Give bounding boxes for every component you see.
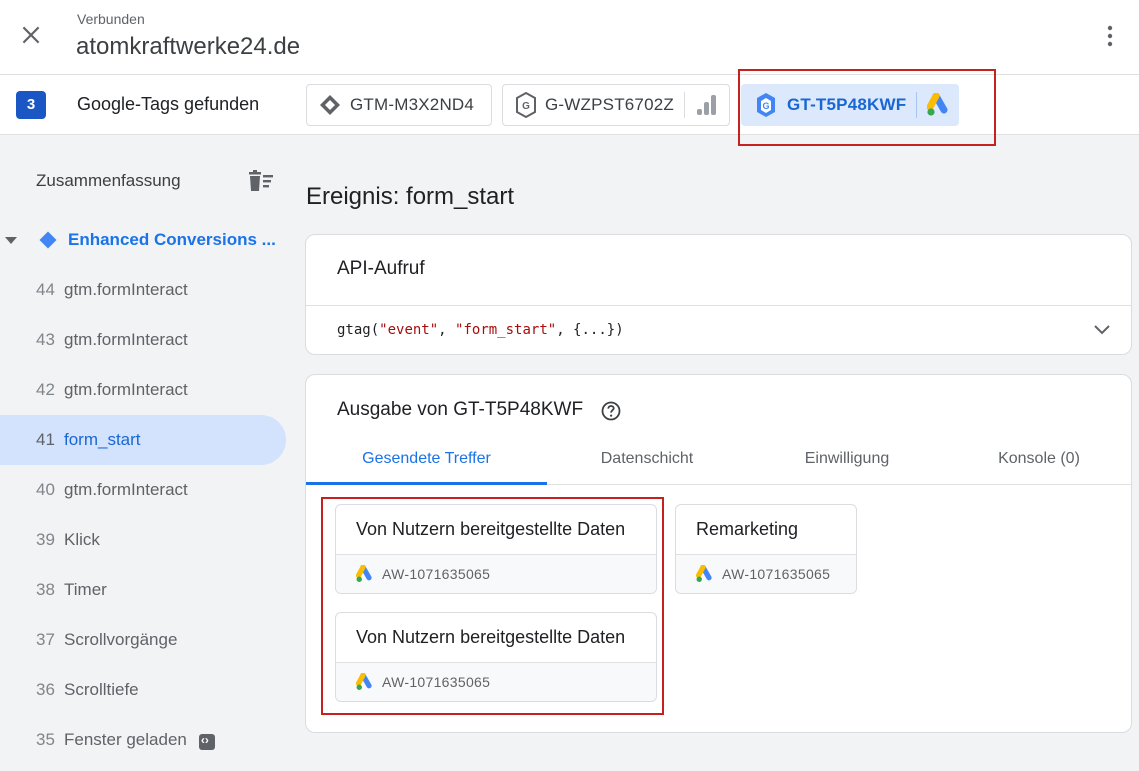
event-sidebar: Zusammenfassung Enhanced Conversions ...… <box>0 135 288 771</box>
google-tag-icon: G <box>516 92 536 118</box>
event-title: Ereignis: form_start <box>306 183 515 210</box>
code-token: , {...}) <box>556 322 624 338</box>
hit-account-id: AW-1071635065 <box>722 566 831 582</box>
tab-data-layer[interactable]: Datenschicht <box>547 439 747 485</box>
tags-found-label: Google-Tags gefunden <box>77 94 260 114</box>
tag-chip-label: G-WZPST6702Z <box>545 95 674 114</box>
event-name: Fenster geladen <box>64 730 187 749</box>
hit-footer: AW-1071635065 <box>676 554 856 593</box>
event-item[interactable]: 38 Timer <box>0 565 286 615</box>
event-item[interactable]: 40 gtm.formInteract <box>0 465 286 515</box>
event-group-label: Enhanced Conversions ... <box>68 230 276 249</box>
close-icon[interactable] <box>18 22 44 48</box>
event-name: gtm.formInteract <box>64 280 188 299</box>
event-name: gtm.formInteract <box>64 380 188 399</box>
google-tag-icon: G <box>757 93 775 117</box>
hit-title: Remarketing <box>696 519 799 539</box>
event-item-selected[interactable]: 41 form_start <box>0 415 286 465</box>
tab-console[interactable]: Konsole (0) <box>947 439 1131 485</box>
event-item[interactable]: 37 Scrollvorgänge <box>0 615 286 665</box>
connection-status: Verbunden <box>77 11 145 27</box>
tag-chip-ga4[interactable]: G G-WZPST6702Z <box>502 84 730 126</box>
event-number: 41 <box>36 430 55 449</box>
tag-chip-gtm[interactable]: GTM-M3X2ND4 <box>306 84 492 126</box>
event-item[interactable]: 39 Klick <box>0 515 286 565</box>
tag-chip-label: GT-T5P48KWF <box>787 95 907 114</box>
event-group-enhanced-conversions[interactable]: Enhanced Conversions ... <box>0 220 288 260</box>
code-token: , <box>438 322 456 338</box>
svg-text:G: G <box>762 101 769 111</box>
expand-caret-icon[interactable] <box>5 236 17 244</box>
hit-card[interactable]: Von Nutzern bereitgestellte Daten AW-107… <box>335 612 657 702</box>
code-icon <box>198 733 215 750</box>
event-name: Klick <box>64 530 100 549</box>
code-token: gtag( <box>337 322 380 338</box>
tag-chip-google-tag[interactable]: G GT-T5P48KWF <box>741 84 959 126</box>
more-options-icon[interactable] <box>1098 22 1122 50</box>
output-tabs: Gesendete Treffer Datenschicht Einwillig… <box>306 439 1131 485</box>
clear-events-icon[interactable] <box>247 170 275 192</box>
hit-card[interactable]: Remarketing AW-1071635065 <box>675 504 857 594</box>
tag-chip-label: GTM-M3X2ND4 <box>350 95 475 114</box>
event-number: 44 <box>36 280 55 299</box>
event-number: 42 <box>36 380 55 399</box>
hit-account-id: AW-1071635065 <box>382 566 491 582</box>
chevron-down-icon[interactable] <box>1091 318 1113 340</box>
event-name: Timer <box>64 580 107 599</box>
code-string: "form_start" <box>455 322 557 338</box>
tab-consent[interactable]: Einwilligung <box>747 439 947 485</box>
hit-footer: AW-1071635065 <box>336 554 656 593</box>
event-name: gtm.formInteract <box>64 480 188 499</box>
event-number: 40 <box>36 480 55 499</box>
hit-footer: AW-1071635065 <box>336 662 656 701</box>
tag-count-badge: 3 <box>16 91 46 119</box>
event-number: 36 <box>36 680 55 699</box>
event-item[interactable]: 43 gtm.formInteract <box>0 315 286 365</box>
event-item[interactable]: 44 gtm.formInteract <box>0 265 286 315</box>
google-ads-icon <box>696 565 712 582</box>
tab-sent-hits[interactable]: Gesendete Treffer <box>306 439 547 485</box>
event-item[interactable]: 35 Fenster geladen <box>0 715 286 765</box>
google-ads-icon <box>927 93 948 116</box>
page-title: atomkraftwerke24.de <box>76 33 301 60</box>
event-item[interactable]: 36 Scrolltiefe <box>0 665 286 715</box>
google-ads-icon <box>356 565 372 582</box>
hit-title: Von Nutzern bereitgestellte Daten <box>356 627 626 647</box>
api-call-title: API-Aufruf <box>337 258 425 279</box>
event-number: 38 <box>36 580 55 599</box>
google-ads-icon <box>356 673 372 690</box>
chip-divider <box>683 92 685 118</box>
event-number: 37 <box>36 630 55 649</box>
hit-account-id: AW-1071635065 <box>382 674 491 690</box>
app-header: Verbunden atomkraftwerke24.de <box>0 0 1139 75</box>
divider <box>306 305 1131 306</box>
diamond-icon <box>39 231 57 249</box>
gtm-diamond-icon <box>320 95 340 115</box>
code-string: "event" <box>379 322 439 338</box>
output-title: Ausgabe von GT-T5P48KWF <box>337 399 584 420</box>
event-number: 35 <box>36 730 55 749</box>
api-call-card: API-Aufruf gtag("event", "form_start", {… <box>305 234 1132 355</box>
analytics-bars-icon <box>696 95 716 115</box>
help-icon[interactable] <box>600 400 622 422</box>
event-name: form_start <box>64 430 141 449</box>
summary-link[interactable]: Zusammenfassung <box>36 171 181 191</box>
event-number: 43 <box>36 330 55 349</box>
hit-card[interactable]: Von Nutzern bereitgestellte Daten AW-107… <box>335 504 657 594</box>
hit-title: Von Nutzern bereitgestellte Daten <box>356 519 626 539</box>
event-number: 39 <box>36 530 55 549</box>
event-name: Scrolltiefe <box>64 680 139 699</box>
svg-text:G: G <box>522 101 530 112</box>
event-item[interactable]: 42 gtm.formInteract <box>0 365 286 415</box>
api-call-code: gtag("event", "form_start", {...}) <box>337 322 624 338</box>
event-name: gtm.formInteract <box>64 330 188 349</box>
event-name: Scrollvorgänge <box>64 630 178 649</box>
chip-divider <box>916 92 918 118</box>
tags-bar: 3 Google-Tags gefunden GTM-M3X2ND4 G G-W… <box>0 69 1139 146</box>
